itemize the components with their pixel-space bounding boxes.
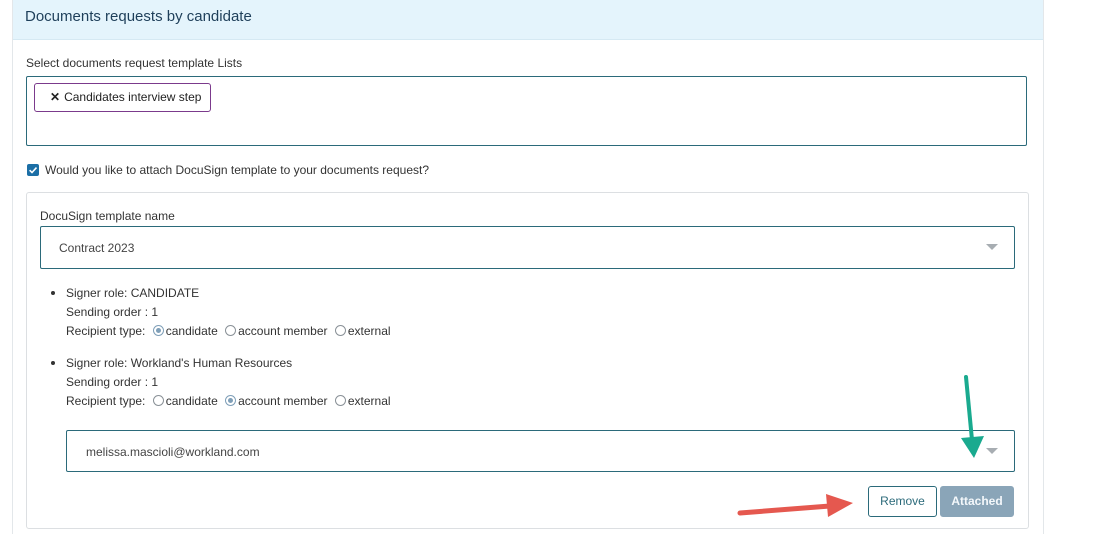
panel-header: Documents requests by candidate (13, 0, 1043, 40)
docusign-section: DocuSign template name Contract 2023 Sig… (26, 192, 1029, 529)
docusign-checkbox-label: Would you like to attach DocuSign templa… (45, 163, 429, 177)
chip-label: Candidates interview step (64, 90, 202, 104)
docusign-template-select[interactable]: Contract 2023 (40, 226, 1015, 269)
radio-external[interactable] (334, 325, 346, 336)
chevron-down-icon (986, 244, 998, 250)
panel-title: Documents requests by candidate (25, 8, 252, 25)
radio-external[interactable] (334, 395, 346, 406)
chevron-down-icon (986, 448, 998, 454)
radio-candidate[interactable] (152, 325, 164, 336)
account-member-value: melissa.mascioli@workland.com (86, 445, 260, 459)
radio-label: external (347, 324, 391, 338)
remove-chip-icon[interactable]: ✕ (50, 90, 60, 104)
template-list-field[interactable]: ✕ Candidates interview step (26, 76, 1027, 146)
radio-label: candidate (165, 394, 218, 408)
radio-candidate[interactable] (152, 395, 164, 406)
attached-button[interactable]: Attached (940, 486, 1014, 517)
recipient-type-row: Recipient type: candidate account member… (66, 394, 391, 408)
docusign-checkbox[interactable] (27, 164, 39, 176)
account-member-select[interactable]: melissa.mascioli@workland.com (66, 430, 1015, 472)
checkmark-icon (29, 167, 38, 174)
template-list-label: Select documents request template Lists (26, 56, 243, 70)
docusign-template-label: DocuSign template name (40, 209, 175, 223)
documents-request-panel: Documents requests by candidate Select d… (12, 0, 1044, 534)
sending-order: Sending order : 1 (66, 305, 159, 319)
docusign-template-value: Contract 2023 (59, 241, 135, 255)
bullet-icon (51, 361, 55, 365)
signer-role: Signer role: CANDIDATE (66, 286, 200, 300)
radio-account-member[interactable] (225, 325, 237, 336)
radio-label: external (347, 394, 391, 408)
recipient-type-label: Recipient type: (66, 394, 146, 408)
radio-label: account member (238, 394, 328, 408)
remove-button[interactable]: Remove (868, 486, 937, 517)
radio-label: candidate (165, 324, 218, 338)
bullet-icon (51, 291, 55, 295)
template-chip: ✕ Candidates interview step (34, 83, 212, 112)
signer-role: Signer role: Workland's Human Resources (66, 356, 293, 370)
recipient-type-label: Recipient type: (66, 324, 146, 338)
radio-account-member[interactable] (225, 395, 237, 406)
radio-label: account member (238, 324, 328, 338)
sending-order: Sending order : 1 (66, 375, 159, 389)
recipient-type-row: Recipient type: candidate account member… (66, 324, 391, 338)
